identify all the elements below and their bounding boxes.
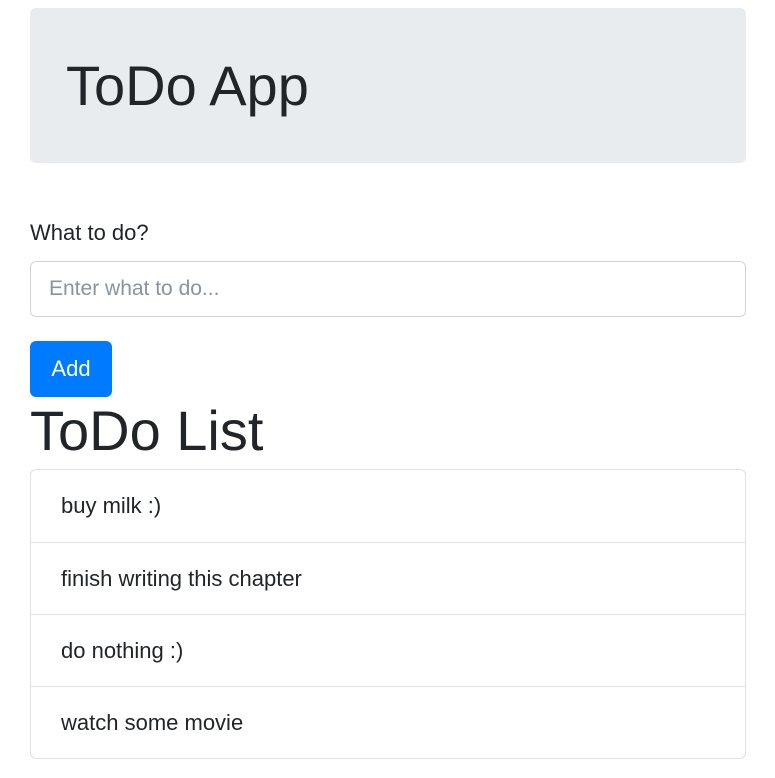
list-item[interactable]: do nothing :) [31,614,745,686]
todo-input-label: What to do? [30,220,149,245]
list-item[interactable]: watch some movie [31,686,745,758]
todo-input[interactable] [30,261,746,317]
list-title: ToDo List [30,399,264,462]
todo-list: buy milk :) finish writing this chapter … [30,469,746,759]
list-item[interactable]: buy milk :) [31,470,745,542]
add-button[interactable]: Add [30,341,112,397]
todo-form: What to do? Add [30,220,746,397]
header-banner: ToDo App [30,8,746,163]
app-container: ToDo App What to do? Add ToDo List buy m… [30,8,746,759]
list-item[interactable]: finish writing this chapter [31,542,745,614]
app-title: ToDo App [66,53,309,117]
